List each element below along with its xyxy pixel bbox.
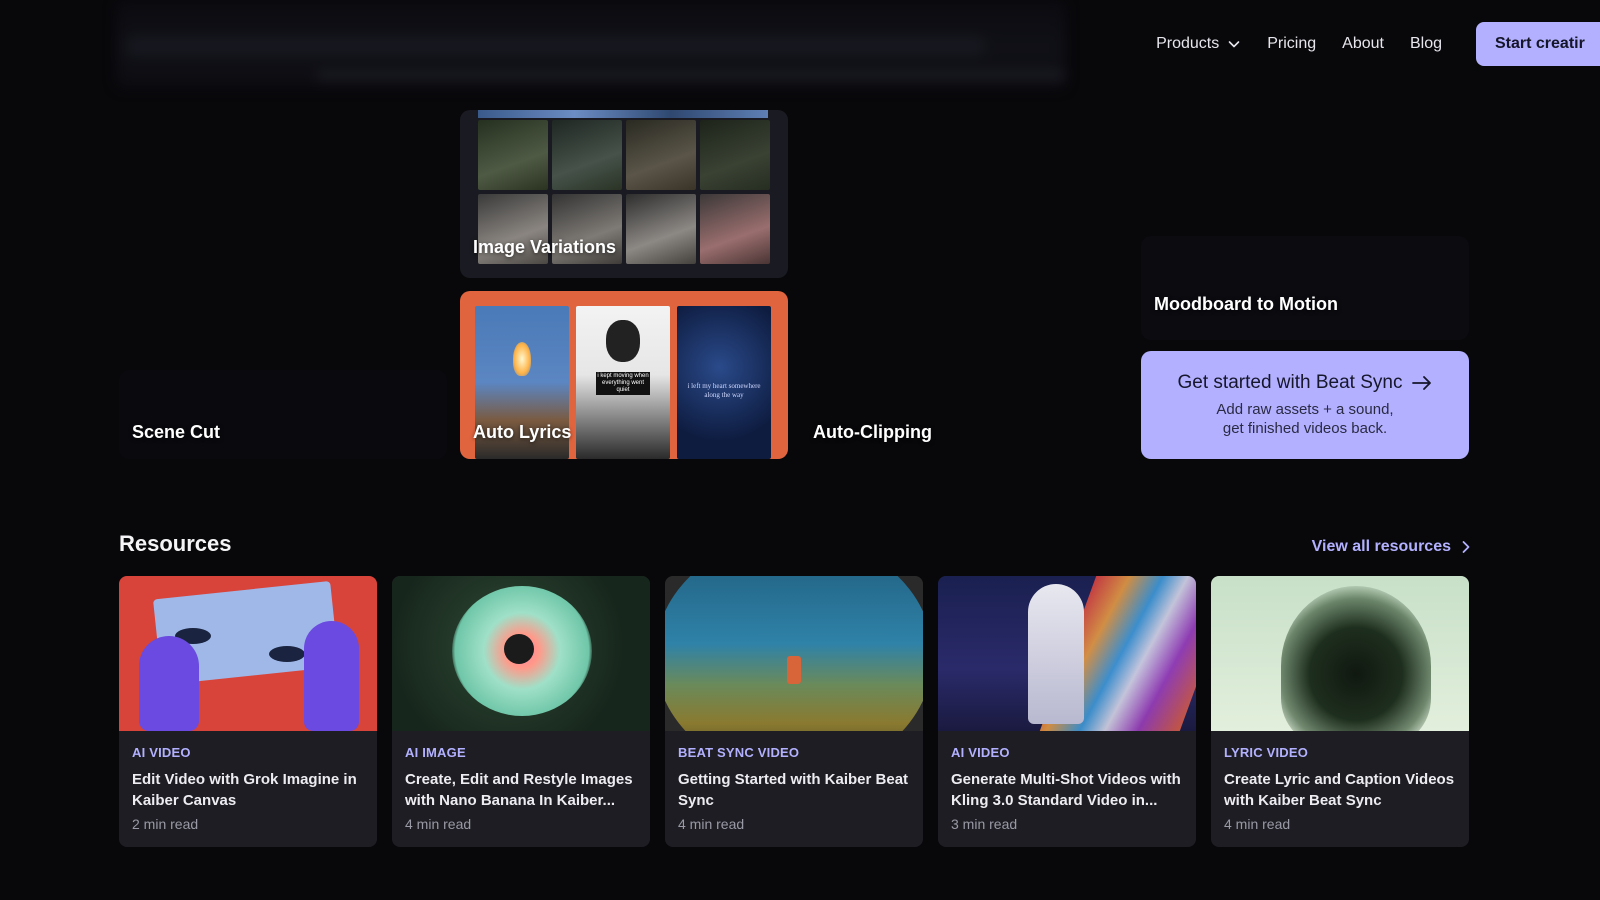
card-read-time: 3 min read [951,816,1018,832]
card-title: Getting Started with Kaiber Beat Sync [678,771,909,809]
tile-auto-lyrics[interactable]: i kept moving when everything went quiet… [460,291,788,459]
tile-image-variations[interactable]: Image Variations [460,110,788,278]
chevron-down-icon [1228,41,1240,48]
card-title: Edit Video with Grok Imagine in Kaiber C… [132,771,357,809]
variation-thumb [626,194,696,264]
beat-sync-title: Get started with Beat Sync [1177,372,1403,393]
chevron-right-icon [1462,541,1470,553]
view-all-label: View all resources [1311,538,1451,555]
tile-moodboard-to-motion[interactable]: Moodboard to Motion [1141,236,1469,340]
view-all-resources-link[interactable]: View all resources [1312,538,1471,556]
card-thumbnail-flower [392,576,650,731]
variation-thumb [552,120,622,190]
variation-thumb [700,194,770,264]
tile-label-image-variations: Image Variations [473,237,617,257]
variation-thumb [478,120,548,190]
beat-sync-line1: Add raw assets + a sound, [1216,401,1394,418]
card-thumbnail-eyes [119,576,377,731]
card-category: LYRIC VIDEO [1224,745,1309,760]
tile-scene-cut[interactable]: Scene Cut [119,370,447,459]
tile-label-moodboard: Moodboard to Motion [1154,294,1338,314]
card-title: Create, Edit and Restyle Images with Nan… [405,771,633,809]
beat-sync-subtitle: Add raw assets + a sound, get finished v… [1216,400,1393,438]
lyrics-caption-2: i left my heart somewhere along the way [687,382,761,399]
lyrics-frame-night: i left my heart somewhere along the way [677,306,771,459]
card-category: AI VIDEO [951,745,1010,760]
nav-pricing[interactable]: Pricing [1267,35,1316,53]
tile-auto-clipping[interactable]: Auto-Clipping [800,370,1128,459]
resource-card[interactable]: AI IMAGE Create, Edit and Restyle Images… [392,576,650,847]
card-thumbnail-fisheye [665,576,923,731]
card-title: Generate Multi-Shot Videos with Kling 3.… [951,771,1181,809]
lyrics-caption-1: i kept moving when everything went quiet [596,372,650,395]
card-title: Create Lyric and Caption Videos with Kai… [1224,771,1455,809]
card-thumbnail-statue [938,576,1196,731]
resource-card[interactable]: AI VIDEO Edit Video with Grok Imagine in… [119,576,377,847]
nav-products-label: Products [1156,35,1220,52]
tile-label-auto-lyrics: Auto Lyrics [473,422,572,442]
tile-label-scene-cut: Scene Cut [132,422,221,442]
resource-card[interactable]: LYRIC VIDEO Create Lyric and Caption Vid… [1211,576,1469,847]
nav-products[interactable]: Products [1156,35,1241,53]
page: Products Pricing About Blog Start creati… [0,0,1600,900]
resources-heading: Resources [119,531,232,556]
resource-card[interactable]: BEAT SYNC VIDEO Getting Started with Kai… [665,576,923,847]
top-nav: Products Pricing About Blog Start creati… [1156,22,1600,66]
variation-thumb [626,120,696,190]
start-creating-button[interactable]: Start creatir [1476,22,1600,66]
nav-blog[interactable]: Blog [1410,35,1442,53]
card-read-time: 2 min read [132,816,199,832]
variation-thumb [700,120,770,190]
card-category: AI VIDEO [132,745,191,760]
card-read-time: 4 min read [405,816,472,832]
card-category: BEAT SYNC VIDEO [678,745,800,760]
nav-about[interactable]: About [1342,35,1384,53]
lyrics-frame-portrait: i kept moving when everything went quiet [576,306,670,459]
card-thumbnail-hair [1211,576,1469,731]
resource-card[interactable]: AI VIDEO Generate Multi-Shot Videos with… [938,576,1196,847]
resource-cards: AI VIDEO Edit Video with Grok Imagine in… [119,576,1469,847]
arrow-right-icon [1412,376,1432,390]
card-category: AI IMAGE [405,745,466,760]
blurred-hero-text [116,0,1066,88]
beat-sync-line2: get finished videos back. [1222,420,1388,437]
card-read-time: 4 min read [1224,816,1291,832]
beat-sync-cta[interactable]: Get started with Beat Sync Add raw asset… [1141,351,1469,459]
card-read-time: 4 min read [678,816,745,832]
tile-label-auto-clipping: Auto-Clipping [813,422,932,442]
